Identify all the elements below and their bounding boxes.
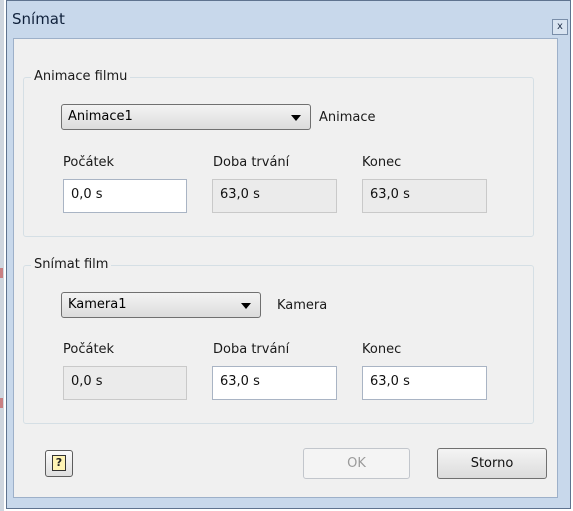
help-button[interactable]: ?: [45, 450, 73, 477]
record-duration-field[interactable]: 63,0 s: [212, 366, 337, 400]
record-end-label: Konec: [362, 342, 402, 357]
animation-start-field[interactable]: 0,0 s: [63, 179, 187, 213]
animation-duration-label: Doba trvání: [213, 155, 290, 170]
title-bar[interactable]: Snímat x: [7, 1, 570, 37]
record-start-label: Počátek: [63, 342, 115, 357]
chevron-down-icon: [291, 115, 301, 121]
background-window-edge: [0, 0, 4, 511]
record-end-field[interactable]: 63,0 s: [362, 366, 487, 400]
cancel-button[interactable]: Storno: [437, 448, 547, 479]
animation-start-label: Počátek: [63, 155, 115, 170]
chevron-down-icon: [241, 303, 251, 309]
window-title: Snímat: [12, 10, 65, 28]
record-duration-label: Doba trvání: [213, 342, 290, 357]
animation-group-legend: Animace filmu: [31, 69, 131, 84]
record-start-field: 0,0 s: [63, 366, 187, 400]
record-group-legend: Snímat film: [31, 257, 112, 272]
animation-select-value: Animace1: [68, 109, 133, 124]
ok-button[interactable]: OK: [303, 448, 410, 479]
close-button[interactable]: x: [552, 19, 568, 35]
animation-end-label: Konec: [362, 155, 402, 170]
close-icon: x: [557, 21, 563, 32]
edge-mark: [0, 398, 3, 408]
camera-select-label: Kamera: [277, 298, 328, 313]
camera-select[interactable]: Kamera1: [61, 292, 261, 318]
animation-end-field: 63,0 s: [362, 179, 487, 213]
animation-duration-field: 63,0 s: [212, 179, 337, 213]
edge-mark: [0, 268, 3, 278]
animation-select[interactable]: Animace1: [61, 104, 311, 130]
help-icon: ?: [52, 455, 66, 471]
animation-select-label: Animace: [319, 110, 376, 125]
camera-select-value: Kamera1: [68, 297, 127, 312]
